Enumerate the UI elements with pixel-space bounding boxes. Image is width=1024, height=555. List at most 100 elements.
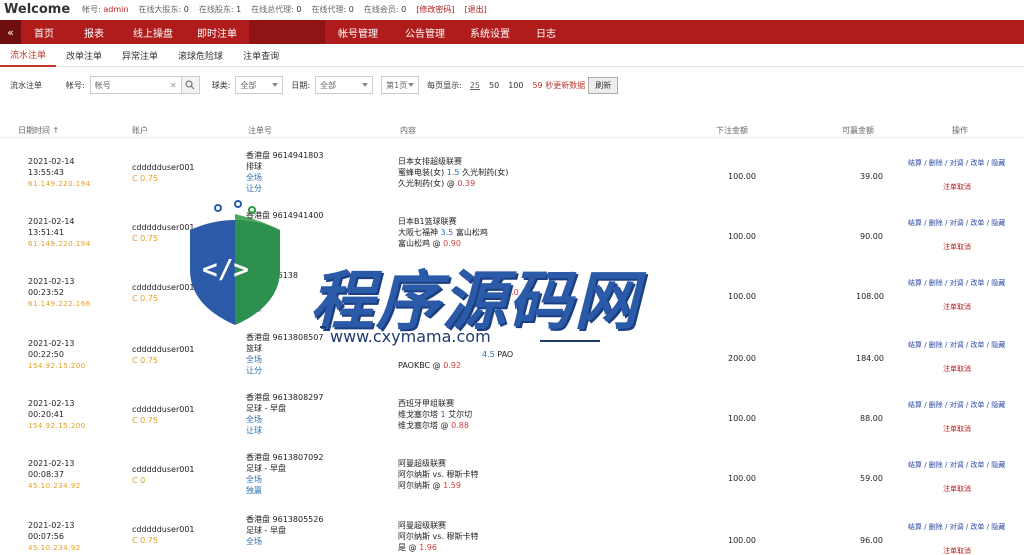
header-actions: 操作 bbox=[952, 126, 968, 135]
table-row: 2021-02-13 00:08:37 45.10.234.92 cddddduse… bbox=[0, 452, 1024, 513]
account-filter-label: 帐号: bbox=[66, 80, 85, 90]
bet-order: 香港盘 9613805526 足球 - 早盘 全场 bbox=[246, 515, 324, 546]
change-password-link[interactable]: [修改密码] bbox=[416, 4, 454, 15]
bet-user: cddddduser001 C 0.75 bbox=[132, 223, 195, 243]
cancel-bet-link[interactable]: 注单取消 bbox=[943, 182, 971, 193]
bet-content: 4.5 PAO PAOKBC @ 0.92 bbox=[398, 350, 514, 370]
clear-icon[interactable]: ✕ bbox=[170, 81, 177, 90]
row-actions[interactable]: 结算 / 删除 / 对调 / 改单 / 隐藏 bbox=[908, 158, 1005, 169]
page-select[interactable]: 第1页 bbox=[381, 76, 420, 94]
bet-order: 香港盘 96138 滚球 bbox=[246, 271, 298, 313]
per-page-label: 每页显示: bbox=[427, 80, 462, 90]
tab-abnormal-bets[interactable]: 异常注单 bbox=[112, 45, 168, 67]
bet-win: 184.00 bbox=[856, 354, 884, 363]
per-page-25[interactable]: 25 bbox=[470, 81, 480, 90]
bet-date: 2021-02-14 13:51:41 61.149.220.194 bbox=[28, 217, 91, 248]
account-info: 帐号: admin bbox=[82, 4, 128, 15]
nav-item-online-trading[interactable]: 线上操盘 bbox=[121, 20, 185, 44]
collapse-icon[interactable]: « bbox=[0, 20, 21, 44]
tab-danger-balls[interactable]: 滚球危险球 bbox=[168, 45, 233, 67]
row-actions[interactable]: 结算 / 删除 / 对调 / 改单 / 隐藏 bbox=[908, 278, 1005, 289]
bet-content: 日本女排超级联赛 蜜蜂电装(女) 1.5 久光制药(女) 久光制药(女) @ 0.3… bbox=[398, 157, 509, 188]
online-stat: 在线会员: 0 bbox=[363, 5, 407, 14]
bet-stake: 200.00 bbox=[728, 354, 756, 363]
bet-stake: 100.00 bbox=[728, 292, 756, 301]
nav-item-announcements[interactable]: 公告管理 bbox=[391, 20, 459, 44]
bet-content: 日本B1篮球联赛 大阪七福神 3.5 富山松鸡 富山松鸡 @ 0.90 bbox=[398, 217, 488, 248]
bet-date: 2021-02-13 00:22:50 154.92.15.200 bbox=[28, 339, 86, 370]
row-actions[interactable]: 结算 / 删除 / 对调 / 改单 / 隐藏 bbox=[908, 340, 1005, 351]
nav-item-reports[interactable]: 报表 bbox=[67, 20, 121, 44]
bet-order: 香港盘 9613807092 足球 - 早盘 全场 独赢 bbox=[246, 453, 324, 495]
online-stat: 在线代理: 0 bbox=[311, 5, 354, 14]
bet-win: 59.00 bbox=[860, 474, 883, 483]
nav-item-settings[interactable]: 系统设置 bbox=[459, 20, 521, 44]
table-row: 2021-02-13 00:22:50 154.92.15.200 cdddddus… bbox=[0, 330, 1024, 391]
header-content: 内容 bbox=[400, 126, 416, 135]
refresh-countdown: 59 秒更新数据 bbox=[532, 80, 586, 90]
bet-content: 0.0 bbox=[506, 288, 519, 297]
bet-content: 西班牙甲组联赛 维戈塞尔塔 1 艾尔切 维戈塞尔塔 @ 0.88 bbox=[398, 399, 473, 430]
chevron-down-icon bbox=[362, 83, 369, 87]
cancel-bet-link[interactable]: 注单取消 bbox=[943, 424, 971, 435]
bet-order: 香港盘 9613808507 篮球 全场 让分 bbox=[246, 333, 324, 375]
row-actions[interactable]: 结算 / 删除 / 对调 / 改单 / 隐藏 bbox=[908, 218, 1005, 229]
header-account: 账户 bbox=[132, 126, 148, 135]
cancel-bet-link[interactable]: 注单取消 bbox=[943, 302, 971, 313]
row-actions[interactable]: 结算 / 删除 / 对调 / 改单 / 隐藏 bbox=[908, 460, 1005, 471]
top-status-bar: Welcome 帐号: admin 在线大股东: 0 在线股东: 1 在线总代理… bbox=[0, 0, 1024, 19]
bet-stake: 100.00 bbox=[728, 536, 756, 545]
bet-stake: 100.00 bbox=[728, 172, 756, 181]
header-win: 可赢金额 bbox=[842, 126, 874, 135]
account-name: admin bbox=[103, 5, 129, 14]
header-datetime[interactable]: 日期时间 ↑ bbox=[18, 125, 59, 136]
online-stat: 在线总代理: 0 bbox=[251, 5, 302, 14]
bet-win: 96.00 bbox=[860, 536, 883, 545]
account-label: 帐号: bbox=[82, 5, 101, 14]
table-row: 2021-02-14 13:55:43 61.149.220.194 cdddddu… bbox=[0, 150, 1024, 211]
per-page-50[interactable]: 50 bbox=[489, 81, 499, 90]
chevron-down-icon bbox=[272, 83, 279, 87]
tab-modified-bets[interactable]: 改单注单 bbox=[56, 45, 112, 67]
ball-type-select[interactable]: 全部 bbox=[235, 76, 284, 94]
search-icon[interactable] bbox=[181, 76, 200, 94]
tab-flow-bets[interactable]: 流水注单 bbox=[0, 45, 57, 67]
nav-item-accounts[interactable]: 帐号管理 bbox=[325, 20, 391, 44]
bet-stake: 100.00 bbox=[728, 414, 756, 423]
bet-user: cddddduser001 C 0.75 bbox=[132, 405, 195, 425]
bet-date: 2021-02-13 00:08:37 45.10.234.92 bbox=[28, 459, 81, 490]
date-label: 日期: bbox=[291, 80, 311, 90]
cancel-bet-link[interactable]: 注单取消 bbox=[943, 242, 971, 253]
chevron-down-icon bbox=[408, 83, 415, 87]
tab-bet-query[interactable]: 注单查询 bbox=[233, 45, 289, 67]
bet-win: 88.00 bbox=[860, 414, 883, 423]
table-row: 2021-02-13 00:20:41 154.92.15.200 cdddddus… bbox=[0, 392, 1024, 453]
nav-item-live-bets[interactable]: 即时注单 bbox=[185, 20, 249, 44]
date-select[interactable]: 全部 bbox=[315, 76, 374, 94]
cancel-bet-link[interactable]: 注单取消 bbox=[943, 484, 971, 495]
bet-user: cddddduser001 C 0 bbox=[132, 465, 195, 485]
logout-link[interactable]: [退出] bbox=[464, 4, 486, 15]
online-stat: 在线大股东: 0 bbox=[138, 5, 189, 14]
refresh-button[interactable]: 刷新 bbox=[588, 76, 619, 94]
cancel-bet-link[interactable]: 注单取消 bbox=[943, 364, 971, 375]
bet-user: cddddduser001 C 0.75 bbox=[132, 163, 195, 183]
table-row: 2021-02-14 13:51:41 61.149.220.194 cdddddu… bbox=[0, 210, 1024, 271]
header-stake: 下注金额 bbox=[716, 126, 748, 135]
row-actions[interactable]: 结算 / 删除 / 对调 / 改单 / 隐藏 bbox=[908, 522, 1005, 533]
nav-item-active[interactable] bbox=[249, 20, 325, 44]
nav-item-home[interactable]: 首页 bbox=[21, 20, 67, 44]
section-label: 流水注单 bbox=[10, 80, 42, 90]
cancel-bet-link[interactable]: 注单取消 bbox=[943, 546, 971, 555]
row-actions[interactable]: 结算 / 删除 / 对调 / 改单 / 隐藏 bbox=[908, 400, 1005, 411]
bet-date: 2021-02-13 00:20:41 154.92.15.200 bbox=[28, 399, 86, 430]
bet-order: 香港盘 9614941803 排球 全场 让分 bbox=[246, 151, 324, 193]
bet-user: cddddduser001 C 0.75 bbox=[132, 525, 195, 545]
bet-win: 90.00 bbox=[860, 232, 883, 241]
nav-item-logs[interactable]: 日志 bbox=[521, 20, 571, 44]
bet-win: 39.00 bbox=[860, 172, 883, 181]
sub-nav: 流水注单 改单注单 异常注单 滚球危险球 注单查询 bbox=[0, 45, 1024, 67]
account-search-input[interactable]: 帐号 ✕ bbox=[89, 76, 182, 94]
bet-order: 香港盘 9613808297 足球 - 早盘 全场 让球 bbox=[246, 393, 324, 435]
per-page-100[interactable]: 100 bbox=[508, 81, 523, 90]
